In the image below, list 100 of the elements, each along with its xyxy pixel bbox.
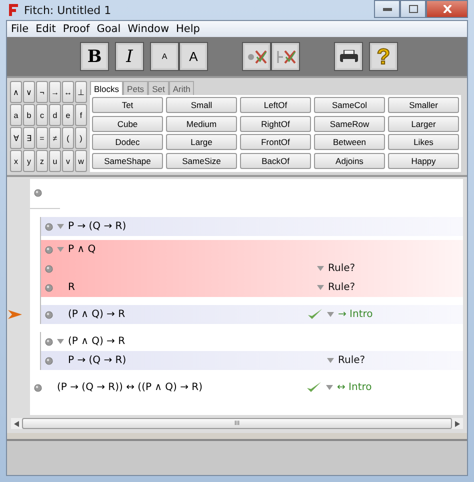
- predicate-button[interactable]: SameShape: [92, 152, 163, 168]
- rule-label[interactable]: Rule?: [338, 355, 366, 366]
- dropdown-triangle-icon[interactable]: [327, 312, 334, 318]
- symbol-key[interactable]: ∃: [23, 127, 35, 149]
- rule-label[interactable]: Rule?: [328, 263, 356, 274]
- dropdown-triangle-icon[interactable]: [327, 358, 334, 364]
- add-goal-button[interactable]: [243, 43, 270, 70]
- close-icon: [442, 5, 452, 13]
- symbol-key[interactable]: e: [62, 104, 74, 126]
- rule-label[interactable]: ↔ Intro: [337, 382, 372, 393]
- predicate-button[interactable]: Larger: [388, 116, 459, 132]
- predicate-button[interactable]: Adjoins: [314, 152, 385, 168]
- predicate-button[interactable]: SameSize: [166, 152, 237, 168]
- tab[interactable]: Arith: [168, 81, 194, 95]
- minimize-icon: [382, 8, 392, 10]
- menu-item[interactable]: Goal: [96, 23, 121, 35]
- bullet-icon[interactable]: [45, 222, 53, 230]
- bullet-icon[interactable]: [45, 246, 53, 254]
- bullet-icon[interactable]: [45, 284, 53, 292]
- tab[interactable]: Pets: [123, 81, 148, 95]
- predicate-button[interactable]: SameRow: [314, 116, 385, 132]
- symbol-key[interactable]: u: [49, 150, 61, 172]
- formula-text: R: [68, 282, 75, 293]
- predicate-button[interactable]: Likes: [388, 134, 459, 150]
- menu-item[interactable]: Edit: [36, 23, 56, 35]
- symbol-key[interactable]: w: [75, 150, 87, 172]
- predicate-button[interactable]: Smaller: [388, 97, 459, 113]
- close-button[interactable]: [426, 0, 468, 18]
- bullet-icon[interactable]: [45, 338, 53, 346]
- minimize-button[interactable]: [374, 0, 400, 18]
- bullet-icon[interactable]: [45, 264, 53, 272]
- symbol-key[interactable]: =: [36, 127, 48, 149]
- formula-text: (P ∧ Q) → R: [68, 309, 126, 320]
- symbol-key[interactable]: ∧: [10, 81, 22, 103]
- dropdown-triangle-icon[interactable]: [317, 284, 324, 290]
- symbol-key[interactable]: a: [10, 104, 22, 126]
- predicate-button[interactable]: Small: [166, 97, 237, 113]
- bar-cross-check-icon: [276, 48, 296, 64]
- larger-font-button[interactable]: A: [180, 43, 207, 70]
- symbol-key[interactable]: ↔: [62, 81, 74, 103]
- predicate-button[interactable]: RightOf: [240, 116, 311, 132]
- remove-goal-button[interactable]: [272, 43, 299, 70]
- tab[interactable]: Set: [148, 81, 169, 95]
- dropdown-triangle-icon[interactable]: [326, 384, 333, 390]
- bold-button[interactable]: B: [81, 43, 108, 70]
- menu-item[interactable]: Help: [176, 23, 200, 35]
- scroll-left-icon[interactable]: [14, 420, 19, 426]
- symbol-key[interactable]: ≠: [49, 127, 61, 149]
- bullet-icon[interactable]: [34, 384, 42, 392]
- dropdown-triangle-icon[interactable]: [57, 224, 64, 230]
- proof-line[interactable]: (P ∧ Q) → R: [41, 332, 463, 351]
- symbol-key[interactable]: d: [49, 104, 61, 126]
- proof-line[interactable]: Rule?: [41, 259, 463, 278]
- predicate-button[interactable]: Cube: [92, 116, 163, 132]
- bullet-icon[interactable]: [34, 188, 42, 196]
- predicate-button[interactable]: FrontOf: [240, 134, 311, 150]
- symbol-key[interactable]: x: [10, 150, 22, 172]
- print-button[interactable]: [335, 43, 362, 70]
- menu-item[interactable]: File: [11, 23, 29, 35]
- symbol-key[interactable]: z: [36, 150, 48, 172]
- dropdown-triangle-icon[interactable]: [57, 338, 64, 344]
- predicate-button[interactable]: Dodec: [92, 134, 163, 150]
- symbol-key[interactable]: →: [49, 81, 61, 103]
- predicate-button[interactable]: Tet: [92, 97, 163, 113]
- bullet-icon[interactable]: [45, 356, 53, 364]
- symbol-key[interactable]: ¬: [36, 81, 48, 103]
- predicate-button[interactable]: Large: [166, 134, 237, 150]
- symbol-key[interactable]: ∀: [10, 127, 22, 149]
- proof-line[interactable]: R Rule?: [41, 278, 463, 297]
- smaller-font-button[interactable]: A: [151, 43, 178, 70]
- proof-line[interactable]: (P → (Q → R)) ↔ ((P ∧ Q) → R) ↔ Intro: [30, 378, 463, 397]
- predicate-button[interactable]: SameCol: [314, 97, 385, 113]
- proof-line[interactable]: P ∧ Q: [41, 240, 463, 259]
- italic-button[interactable]: I: [116, 43, 143, 70]
- symbol-key[interactable]: v: [62, 150, 74, 172]
- predicate-button[interactable]: LeftOf: [240, 97, 311, 113]
- symbol-key[interactable]: ⊥: [75, 81, 87, 103]
- predicate-button[interactable]: BackOf: [240, 152, 311, 168]
- dot-cross-check-icon: [246, 48, 266, 64]
- predicate-button[interactable]: Medium: [166, 116, 237, 132]
- predicate-button[interactable]: Between: [314, 134, 385, 150]
- symbol-key[interactable]: c: [36, 104, 48, 126]
- scroll-right-icon[interactable]: [455, 420, 460, 426]
- rule-label[interactable]: Rule?: [328, 282, 356, 293]
- dropdown-triangle-icon[interactable]: [317, 266, 324, 272]
- menu-item[interactable]: Window: [128, 23, 170, 35]
- bullet-icon[interactable]: [45, 310, 53, 318]
- maximize-button[interactable]: [400, 0, 426, 18]
- symbol-key[interactable]: b: [23, 104, 35, 126]
- symbol-key[interactable]: ∨: [23, 81, 35, 103]
- rule-label[interactable]: → Intro: [338, 309, 373, 320]
- menu-item[interactable]: Proof: [62, 23, 90, 35]
- symbol-key[interactable]: ): [75, 127, 87, 149]
- symbol-key[interactable]: (: [62, 127, 74, 149]
- symbol-key[interactable]: y: [23, 150, 35, 172]
- predicate-button[interactable]: Happy: [388, 152, 459, 168]
- window-title: Fitch: Untitled 1: [24, 4, 112, 16]
- symbol-key[interactable]: f: [75, 104, 87, 126]
- tab[interactable]: Blocks: [90, 81, 124, 95]
- formula-text: P → (Q → R): [68, 221, 126, 232]
